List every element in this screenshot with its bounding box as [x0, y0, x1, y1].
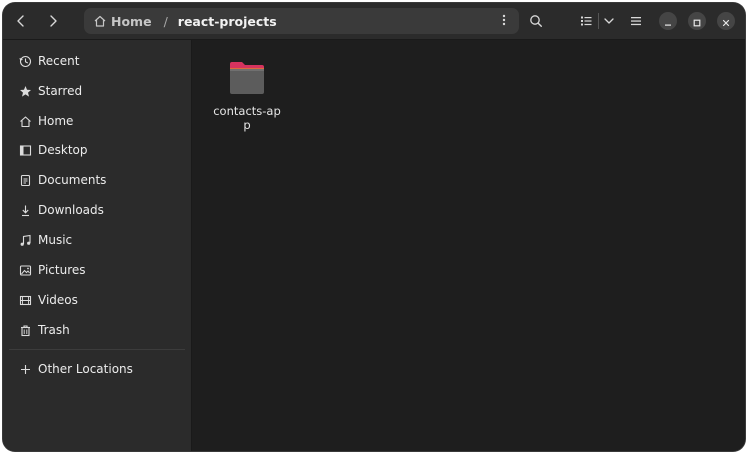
folder-item[interactable]: contacts-app — [213, 60, 281, 132]
view-options-button[interactable] — [599, 8, 621, 34]
sidebar-item-music[interactable]: Music — [9, 226, 185, 254]
sidebar-item-videos[interactable]: Videos — [9, 286, 185, 314]
plus-icon — [18, 362, 32, 376]
vertical-dots-icon — [502, 14, 506, 29]
minimize-button[interactable] — [659, 12, 677, 30]
chevron-left-icon — [14, 14, 28, 28]
sidebar-item-label: Pictures — [38, 263, 86, 277]
breadcrumb-current[interactable]: react-projects — [178, 14, 277, 29]
sidebar-item-label: Home — [38, 114, 74, 128]
chevron-down-icon — [603, 12, 615, 31]
maximize-button[interactable] — [688, 12, 706, 30]
sidebar-item-home[interactable]: Home — [9, 107, 185, 135]
file-name: contacts-app — [213, 104, 281, 132]
file-manager-window: Home / react-projects Recent Starred Hom… — [3, 3, 745, 451]
sidebar-item-label: Recent — [38, 54, 80, 68]
file-view[interactable]: contacts-app — [192, 40, 745, 451]
sidebar-item-starred[interactable]: Starred — [9, 77, 185, 105]
list-view-icon — [580, 12, 593, 31]
view-switcher — [576, 8, 620, 34]
back-button[interactable] — [7, 8, 35, 34]
sidebar-separator — [9, 349, 185, 350]
main-menu-button[interactable] — [622, 8, 650, 34]
list-view-button[interactable] — [576, 8, 598, 34]
home-icon — [93, 14, 107, 28]
sidebar: Recent Starred Home Desktop Documents Do… — [3, 40, 192, 451]
sidebar-item-recent[interactable]: Recent — [9, 47, 185, 75]
search-icon — [529, 14, 543, 28]
download-icon — [18, 203, 32, 217]
chevron-right-icon — [46, 14, 60, 28]
sidebar-item-label: Downloads — [38, 203, 104, 217]
sidebar-item-documents[interactable]: Documents — [9, 166, 185, 194]
sidebar-item-downloads[interactable]: Downloads — [9, 196, 185, 224]
breadcrumb-home[interactable]: Home — [93, 14, 152, 29]
desktop-icon — [18, 143, 32, 157]
star-icon — [18, 84, 32, 98]
clock-icon — [18, 54, 32, 68]
music-icon — [18, 233, 32, 247]
header-bar: Home / react-projects — [3, 3, 745, 40]
sidebar-item-label: Desktop — [38, 143, 88, 157]
close-icon — [722, 12, 730, 31]
sidebar-item-label: Trash — [38, 323, 70, 337]
picture-icon — [18, 263, 32, 277]
breadcrumb-home-label: Home — [111, 13, 152, 29]
folder-icon — [228, 60, 266, 100]
sidebar-item-label: Other Locations — [38, 362, 133, 376]
video-icon — [18, 293, 32, 307]
minimize-icon — [664, 12, 672, 31]
search-button[interactable] — [522, 8, 550, 34]
close-button[interactable] — [717, 12, 735, 30]
sidebar-item-pictures[interactable]: Pictures — [9, 256, 185, 284]
sidebar-item-desktop[interactable]: Desktop — [9, 136, 185, 164]
sidebar-item-label: Starred — [38, 84, 83, 98]
hamburger-menu-icon — [630, 16, 642, 26]
sidebar-item-other-locations[interactable]: Other Locations — [9, 355, 185, 383]
breadcrumb-separator: / — [163, 13, 168, 29]
path-menu-button[interactable] — [495, 12, 513, 30]
sidebar-item-label: Videos — [38, 293, 78, 307]
sidebar-item-label: Music — [38, 233, 73, 247]
document-icon — [18, 173, 32, 187]
forward-button[interactable] — [39, 8, 67, 34]
trash-icon — [18, 323, 32, 337]
sidebar-item-trash[interactable]: Trash — [9, 316, 185, 344]
sidebar-item-label: Documents — [38, 173, 107, 187]
home-icon — [18, 114, 32, 128]
maximize-icon — [693, 12, 701, 31]
path-bar[interactable]: Home / react-projects — [84, 8, 519, 34]
